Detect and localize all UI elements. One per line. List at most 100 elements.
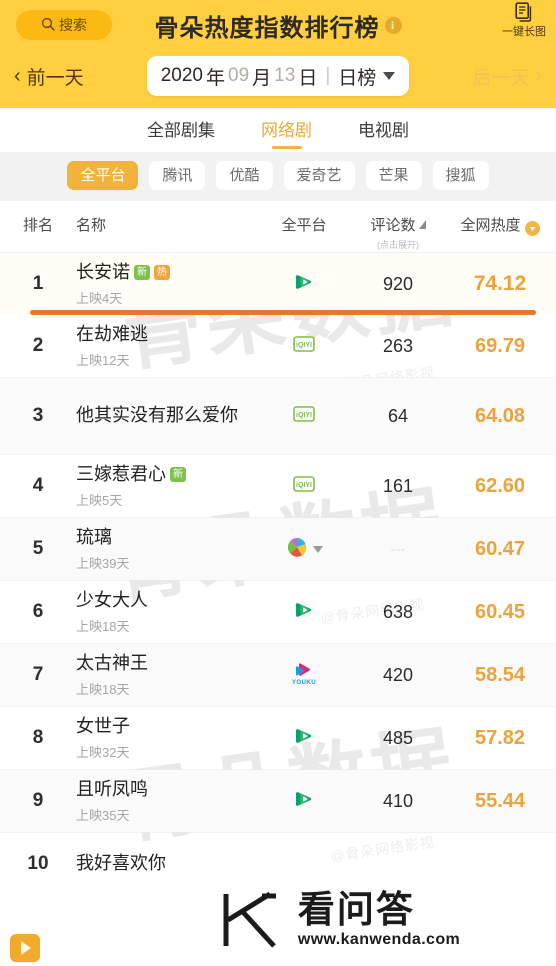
chevron-down-icon[interactable]: [312, 545, 323, 553]
long-image-button[interactable]: 一键长图: [502, 2, 546, 39]
row-comments: 64: [387, 405, 409, 426]
kanwenda-watermark-overlay: 看问答 www.kanwenda.com: [122, 874, 556, 966]
column-header-heat[interactable]: 全网热度: [444, 214, 556, 236]
column-header-comments-hint: (点击展开): [377, 240, 419, 250]
row-platform-cell[interactable]: iQIYI: [256, 405, 352, 427]
play-button-fab[interactable]: [10, 934, 40, 962]
table-row[interactable]: 7 太古神王 上映18天 YOUKU 420 58.54: [0, 644, 556, 706]
row-subtitle: 上映5天: [76, 492, 123, 508]
next-day-label: 后一天: [472, 67, 530, 89]
youku-icon: YOUKU: [289, 660, 319, 691]
tencent-video-icon: [292, 270, 316, 299]
table-row[interactable]: 5 琉璃 上映39天 --- 60.47: [0, 518, 556, 580]
date-month-unit: 月: [252, 67, 272, 89]
table-row[interactable]: 1 长安诺 新 热 上映4天 920 74.12: [0, 253, 556, 315]
multi-platform-icon: [286, 536, 308, 563]
row-title: 我好喜欢你: [76, 853, 166, 874]
row-comments: 161: [382, 475, 414, 496]
row-platform-cell[interactable]: [256, 787, 352, 816]
tab-tv-series[interactable]: 电视剧: [356, 112, 411, 149]
row-title: 太古神王: [76, 653, 148, 674]
tab-web-series[interactable]: 网络剧: [259, 112, 314, 149]
row-rank: 10: [27, 853, 49, 874]
row-subtitle: 上映35天: [76, 807, 130, 823]
sort-descending-icon: [524, 221, 540, 236]
row-comments: 420: [382, 664, 414, 685]
category-tabs: 全部剧集 网络剧 电视剧: [0, 108, 556, 152]
row-subtitle: 上映18天: [76, 681, 130, 697]
platform-filter-tencent[interactable]: 腾讯: [149, 161, 206, 190]
iqiyi-icon: iQIYI: [293, 335, 315, 357]
tab-all-series[interactable]: 全部剧集: [145, 112, 217, 149]
row-platform-cell[interactable]: iQIYI: [256, 475, 352, 497]
table-row[interactable]: 9 且听凤鸣 上映35天 410 55.44: [0, 770, 556, 832]
date-divider: |: [325, 65, 331, 86]
row-rank: 8: [32, 727, 44, 748]
platform-filter-iqiyi[interactable]: 爱奇艺: [283, 161, 355, 190]
platform-filter-all[interactable]: 全平台: [67, 161, 139, 190]
prev-day-label: 前一天: [26, 67, 84, 89]
date-month: 09: [228, 65, 250, 86]
row-title: 少女大人: [76, 590, 148, 611]
row-rank: 2: [32, 335, 44, 356]
chevron-down-icon[interactable]: [383, 72, 396, 80]
column-header-platform: 全平台: [281, 217, 327, 234]
info-icon[interactable]: i: [384, 16, 402, 34]
date-selector[interactable]: 2020 年 09 月 13 日 | 日榜: [146, 56, 410, 96]
chevron-right-icon: ›: [535, 65, 542, 87]
iqiyi-icon: iQIYI: [293, 475, 315, 497]
long-image-label: 一键长图: [502, 26, 546, 38]
row-title: 长安诺: [76, 262, 130, 283]
table-row[interactable]: 6 少女大人 上映18天 638 60.45: [0, 581, 556, 643]
row-subtitle: 上映32天: [76, 744, 130, 760]
row-platform-cell[interactable]: YOUKU: [256, 660, 352, 691]
table-row[interactable]: 3 他其实没有那么爱你 iQIYI 64 64.08: [0, 378, 556, 454]
platform-filter-youku[interactable]: 优酷: [216, 161, 273, 190]
row-rank: 1: [32, 273, 44, 294]
row-heat: 57.82: [474, 726, 526, 749]
platform-filter-mango[interactable]: 芒果: [365, 161, 422, 190]
row-heat: 62.60: [474, 474, 526, 497]
row-platform-cell[interactable]: iQIYI: [256, 335, 352, 357]
tab-label: 网络剧: [261, 120, 312, 140]
tab-label: 全部剧集: [147, 120, 215, 140]
tencent-video-icon: [292, 724, 316, 753]
row-comments: 263: [382, 335, 414, 356]
row-name-cell: 琉璃 上映39天: [76, 526, 256, 571]
platform-filter-sohu[interactable]: 搜狐: [432, 161, 489, 190]
sort-ascending-icon: [418, 220, 426, 229]
row-rank: 3: [32, 405, 44, 426]
row-name-cell: 且听凤鸣 上映35天: [76, 778, 256, 823]
kanwenda-url: www.kanwenda.com: [297, 930, 461, 948]
table-row[interactable]: 4 三嫁惹君心 新 上映5天 iQIYI 161 62.60: [0, 455, 556, 517]
column-header-comments[interactable]: 评论数 (点击展开): [352, 214, 444, 251]
tab-label: 电视剧: [358, 120, 409, 140]
row-rank: 4: [32, 475, 44, 496]
table-row[interactable]: 8 女世子 上映32天 485 57.82: [0, 707, 556, 769]
next-day-button[interactable]: 后一天 ›: [472, 63, 542, 90]
row-title: 琉璃: [76, 527, 112, 548]
document-stack-icon: [515, 2, 533, 22]
row-heat: 60.45: [474, 600, 526, 623]
row-rank: 7: [32, 664, 44, 685]
row-platform-cell[interactable]: [256, 724, 352, 753]
search-button[interactable]: 搜索: [16, 10, 112, 40]
date-day-unit: 日: [298, 67, 318, 89]
row-subtitle: 上映12天: [76, 352, 130, 368]
prev-day-button[interactable]: ‹ 前一天: [14, 63, 84, 90]
row-comments: 638: [382, 601, 414, 622]
row-platform-cell[interactable]: [256, 598, 352, 627]
row-title: 女世子: [76, 716, 130, 737]
row-name-cell: 他其实没有那么爱你: [76, 404, 256, 427]
row-platform-cell[interactable]: [256, 270, 352, 299]
ranking-table: 骨朵数据 @骨朵网络影视 骨朵数据 @骨朵网络影视 骨朵数据 @骨朵网络影视 排…: [0, 201, 556, 895]
kanwenda-brand: 看问答: [297, 889, 415, 931]
row-platform-cell[interactable]: [256, 536, 352, 563]
row-rank: 9: [32, 790, 44, 811]
row-title: 他其实没有那么爱你: [76, 405, 238, 426]
table-row[interactable]: 2 在劫难逃 上映12天 iQIYI 263 69.79: [0, 315, 556, 377]
platform-filter-label: 腾讯: [162, 167, 193, 184]
column-header-name: 名称: [76, 217, 107, 234]
svg-text:iQIYI: iQIYI: [296, 482, 312, 489]
tencent-video-icon: [292, 787, 316, 816]
